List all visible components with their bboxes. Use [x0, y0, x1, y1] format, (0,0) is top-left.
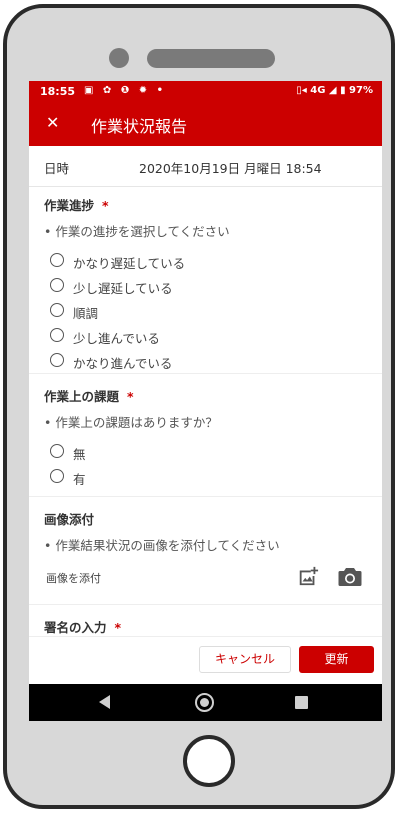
image-title: 画像添付 — [44, 512, 95, 527]
status-time: 18:55 — [40, 85, 76, 98]
option-label: かなり遅延している — [73, 256, 186, 271]
form-content: 作業進捗 * • 作業の進捗を選択してください かなり遅延している 少し遅延してい… — [29, 187, 382, 637]
page-title: 作業状況報告 — [91, 117, 188, 136]
datetime-row: 日時 2020年10月19日 月曜日 18:54 — [29, 146, 382, 187]
signature-section: 署名の入力 * — [29, 605, 382, 637]
radio-option-very-ahead[interactable]: かなり進んでいる — [29, 349, 382, 374]
required-mark: * — [114, 620, 122, 635]
attach-row: 画像を添付 — [29, 559, 382, 599]
button-bar: キャンセル 更新 — [29, 636, 382, 685]
datetime-value: 2020年10月19日 月曜日 18:54 — [139, 161, 322, 176]
option-label: 無 — [73, 447, 86, 462]
datetime-label: 日時 — [44, 161, 70, 176]
image-description: • 作業結果状況の画像を添付してください — [44, 538, 280, 553]
home-icon[interactable] — [195, 693, 214, 712]
progress-title: 作業進捗 — [44, 198, 95, 213]
radio-button[interactable] — [50, 303, 64, 317]
radio-button[interactable] — [50, 444, 64, 458]
app-bar: ✕ 作業状況報告 — [29, 101, 382, 146]
required-mark: * — [127, 389, 134, 404]
radio-button[interactable] — [50, 253, 64, 267]
add-photo-icon[interactable] — [297, 565, 319, 587]
radio-button[interactable] — [50, 278, 64, 292]
issues-description: • 作業上の課題はありますか？ — [44, 415, 218, 430]
issues-section: 作業上の課題 * • 作業上の課題はありますか？ 無 有 — [29, 374, 382, 497]
section-title: 画像添付 — [29, 497, 382, 529]
home-button[interactable] — [183, 735, 235, 787]
radio-button[interactable] — [50, 328, 64, 342]
section-title: 作業進捗 * — [29, 187, 382, 215]
status-bar: 18:55 ▣ ✿ ❶ ✹ • ▯◂ 4G ◢ ▮ 97% — [29, 81, 382, 101]
back-icon[interactable] — [99, 695, 110, 709]
radio-button[interactable] — [50, 353, 64, 367]
radio-option-very-delayed[interactable]: かなり遅延している — [29, 249, 382, 274]
camera-icon[interactable] — [338, 567, 362, 587]
option-label: 少し遅延している — [73, 281, 173, 296]
required-mark: * — [102, 198, 109, 213]
image-section: 画像添付 • 作業結果状況の画像を添付してください 画像を添付 — [29, 497, 382, 605]
radio-option-slightly-ahead[interactable]: 少し進んでいる — [29, 324, 382, 349]
option-label: 有 — [73, 472, 86, 487]
radio-option-none[interactable]: 無 — [29, 440, 382, 465]
section-title: 署名の入力 * — [29, 605, 382, 637]
close-icon[interactable]: ✕ — [46, 113, 59, 132]
android-nav-bar — [29, 684, 382, 721]
front-camera — [109, 48, 129, 68]
attach-label: 画像を添付 — [46, 572, 101, 585]
radio-option-yes[interactable]: 有 — [29, 465, 382, 490]
earpiece-speaker — [147, 49, 275, 68]
radio-button[interactable] — [50, 469, 64, 483]
option-label: 少し進んでいる — [73, 331, 160, 346]
option-label: 順調 — [73, 306, 99, 321]
status-right-icons: ▯◂ 4G ◢ ▮ 97% — [296, 85, 373, 96]
recent-apps-icon[interactable] — [295, 696, 308, 709]
progress-section: 作業進捗 * • 作業の進捗を選択してください かなり遅延している 少し遅延してい… — [29, 187, 382, 374]
signature-title: 署名の入力 — [44, 620, 107, 635]
section-title: 作業上の課題 * — [29, 374, 382, 406]
option-label: かなり進んでいる — [73, 356, 173, 371]
phone-screen: 18:55 ▣ ✿ ❶ ✹ • ▯◂ 4G ◢ ▮ 97% ✕ 作業状況報告 日… — [29, 81, 382, 721]
issues-title: 作業上の課題 — [44, 389, 120, 404]
radio-option-on-track[interactable]: 順調 — [29, 299, 382, 324]
progress-description: • 作業の進捗を選択してください — [44, 224, 230, 239]
cancel-button[interactable]: キャンセル — [199, 646, 291, 673]
radio-option-slightly-delayed[interactable]: 少し遅延している — [29, 274, 382, 299]
notification-icons: ▣ ✿ ❶ ✹ • — [84, 85, 166, 96]
update-button[interactable]: 更新 — [299, 646, 374, 673]
